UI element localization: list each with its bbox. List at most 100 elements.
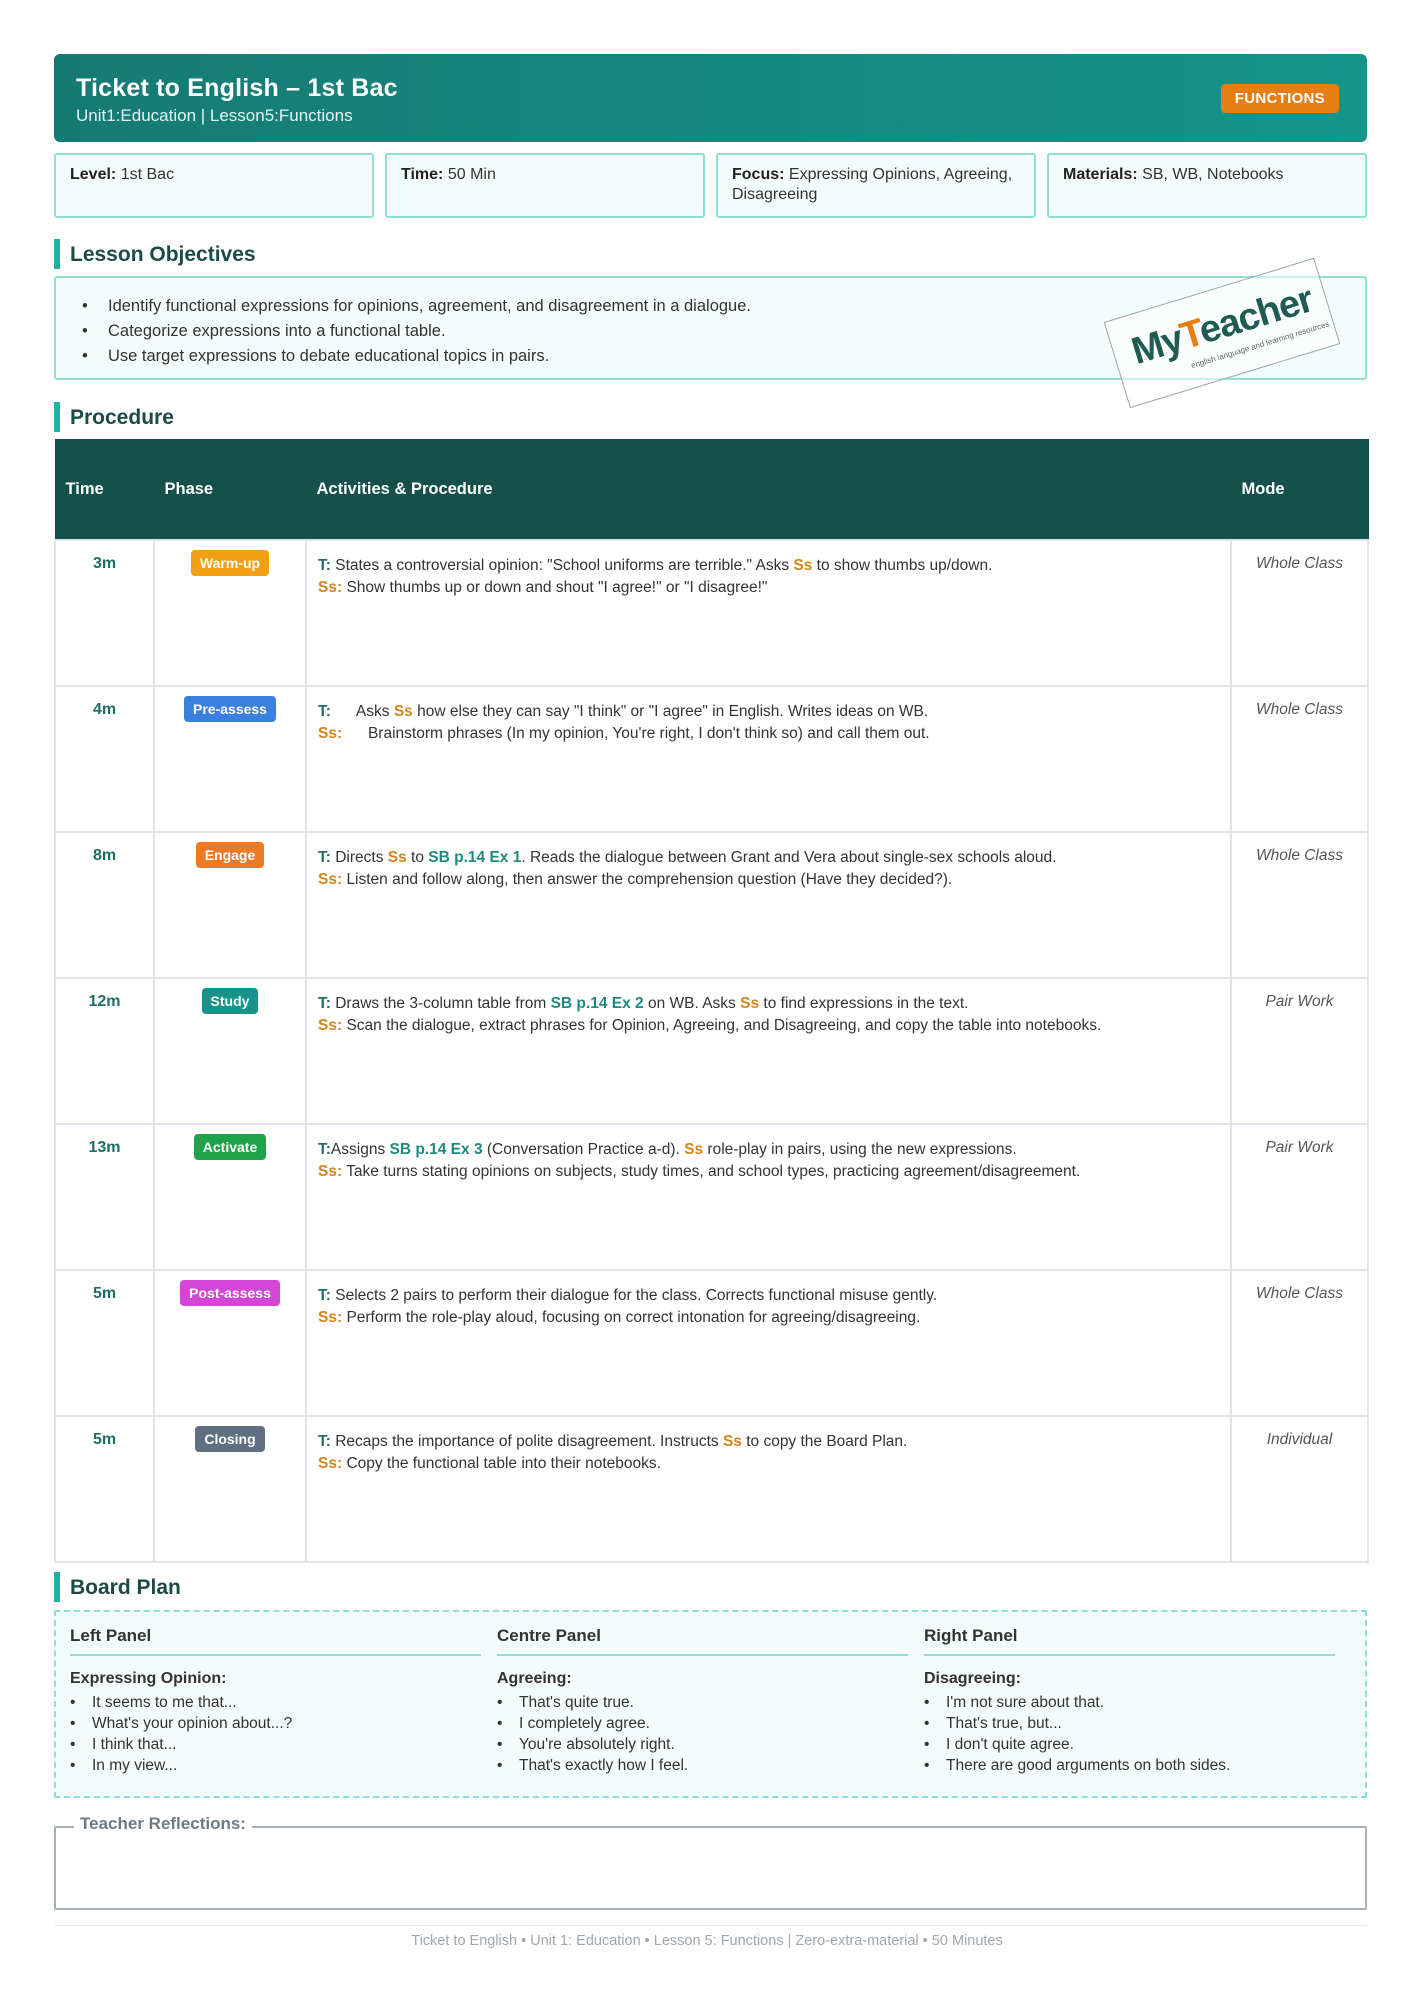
- student-line: Ss: Brainstorm phrases (In my opinion, Y…: [318, 723, 1220, 745]
- student-text: Brainstorm phrases (In my opinion, You'r…: [367, 724, 930, 742]
- row-time: 3m: [54, 538, 155, 687]
- student-text: Show thumbs up or down and shout "I agre…: [346, 578, 768, 596]
- procedure-heading: Procedure: [54, 402, 174, 432]
- student-text: Listen and follow along, then answer the…: [346, 870, 953, 888]
- panel-title: Right Panel: [924, 1626, 1335, 1656]
- info-materials-label: Materials:: [1063, 166, 1138, 183]
- student-line: Ss: Scan the dialogue, extract phrases f…: [318, 1015, 1220, 1037]
- lesson-header: Ticket to English – 1st Bac Unit1:Educat…: [54, 54, 1367, 142]
- info-level: Level: 1st Bac: [54, 153, 374, 218]
- row-activity: T: States a controversial opinion: "Scho…: [305, 538, 1232, 687]
- row-time: 13m: [54, 1122, 155, 1271]
- lesson-subtitle: Unit1:Education | Lesson5:Functions: [76, 106, 353, 125]
- panel-list: I'm not sure about that. That's true, bu…: [924, 1692, 1335, 1776]
- table-row: 8m Engage T: Directs Ss to SB p.14 Ex 1.…: [54, 830, 1369, 979]
- board-plan-heading: Board Plan: [54, 1572, 181, 1602]
- ss-ref: Ss: [387, 848, 407, 866]
- row-activity: T: Directs Ss to SB p.14 Ex 1. Reads the…: [305, 830, 1232, 979]
- teacher-text: (Conversation Practice a-d).: [482, 1140, 685, 1158]
- phase-badge: Closing: [195, 1425, 265, 1452]
- student-line: Ss: Perform the role-play aloud, focusin…: [318, 1307, 1220, 1329]
- list-item: In my view...: [70, 1755, 481, 1776]
- teacher-label: T:: [318, 702, 331, 720]
- info-level-label: Level:: [70, 166, 117, 183]
- teacher-line: T:Assigns SB p.14 Ex 3 (Conversation Pra…: [318, 1139, 1220, 1161]
- student-label: Ss:: [318, 870, 343, 888]
- phase-badge: Engage: [195, 841, 265, 868]
- row-activity: T: Draws the 3-column table from SB p.14…: [305, 976, 1232, 1125]
- list-item: There are good arguments on both sides.: [924, 1755, 1335, 1776]
- student-label: Ss:: [318, 1162, 343, 1180]
- phase-badge: Study: [201, 987, 259, 1014]
- panel-title: Left Panel: [70, 1626, 481, 1656]
- panel-subheading: Expressing Opinion:: [70, 1670, 227, 1687]
- list-item: I'm not sure about that.: [924, 1692, 1335, 1713]
- table-row: 5m Post-assess T: Selects 2 pairs to per…: [54, 1268, 1369, 1417]
- teacher-reflections-box[interactable]: Teacher Reflections:: [54, 1814, 1367, 1910]
- info-time-label: Time:: [401, 166, 444, 183]
- list-item: What's your opinion about...?: [70, 1713, 481, 1734]
- teacher-line: T: Draws the 3-column table from SB p.14…: [318, 993, 1220, 1015]
- table-row: 12m Study T: Draws the 3-column table fr…: [54, 976, 1369, 1125]
- teacher-line: T: Selects 2 pairs to perform their dial…: [318, 1285, 1220, 1307]
- list-item: I don't quite agree.: [924, 1734, 1335, 1755]
- student-text: Perform the role-play aloud, focusing on…: [346, 1308, 921, 1326]
- teacher-reflections-label: Teacher Reflections:: [74, 1814, 252, 1834]
- panel-list: That's quite true. I completely agree. Y…: [497, 1692, 908, 1776]
- row-activity: T: Recaps the importance of polite disag…: [305, 1414, 1232, 1563]
- lesson-title: Ticket to English – 1st Bac: [76, 74, 398, 102]
- info-time-value: 50 Min: [447, 166, 496, 183]
- teacher-label: T:: [318, 1140, 331, 1158]
- table-row: 13m Activate T:Assigns SB p.14 Ex 3 (Con…: [54, 1122, 1369, 1271]
- row-time: 8m: [54, 830, 155, 979]
- student-label: Ss:: [318, 1308, 343, 1326]
- row-mode: Whole Class: [1230, 684, 1369, 833]
- info-focus: Focus: Expressing Opinions, Agreeing, Di…: [716, 153, 1036, 218]
- teacher-text: Asks: [355, 702, 394, 720]
- teacher-label: T:: [318, 1432, 331, 1450]
- panel-title: Centre Panel: [497, 1626, 908, 1656]
- teacher-label: T:: [318, 1286, 331, 1304]
- row-phase: Post-assess: [153, 1268, 307, 1417]
- teacher-line: T: Recaps the importance of polite disag…: [318, 1431, 1220, 1453]
- procedure-table: Time Phase Activities & Procedure Mode 3…: [54, 439, 1369, 1563]
- info-time: Time: 50 Min: [385, 153, 705, 218]
- ss-ref: Ss: [722, 1432, 742, 1450]
- footer-divider: [54, 1925, 1367, 1926]
- list-item: That's exactly how I feel.: [497, 1755, 908, 1776]
- objectives-heading: Lesson Objectives: [54, 239, 256, 269]
- panel-list: It seems to me that... What's your opini…: [70, 1692, 481, 1776]
- page-footer: Ticket to English • Unit 1: Education • …: [411, 1933, 1003, 1949]
- row-mode: Pair Work: [1230, 976, 1369, 1125]
- row-phase: Engage: [153, 830, 307, 979]
- student-text: Scan the dialogue, extract phrases for O…: [346, 1016, 1102, 1034]
- list-item: You're absolutely right.: [497, 1734, 908, 1755]
- ss-ref: Ss: [684, 1140, 704, 1158]
- row-phase: Closing: [153, 1414, 307, 1563]
- list-item: That's quite true.: [497, 1692, 908, 1713]
- teacher-text: how else they can say "I think" or "I ag…: [412, 702, 929, 720]
- info-level-value: 1st Bac: [120, 166, 175, 183]
- row-time: 5m: [54, 1268, 155, 1417]
- row-mode: Whole Class: [1230, 1268, 1369, 1417]
- student-line: Ss: Take turns stating opinions on subje…: [318, 1161, 1220, 1183]
- teacher-line: T: Asks Ss how else they can say "I thin…: [318, 701, 1220, 723]
- functions-badge: FUNCTIONS: [1220, 84, 1339, 113]
- student-text: Take turns stating opinions on subjects,…: [346, 1162, 1081, 1180]
- student-label: Ss:: [318, 1016, 343, 1034]
- student-line: Ss: Listen and follow along, then answer…: [318, 869, 1220, 891]
- row-activity: T: Selects 2 pairs to perform their dial…: [305, 1268, 1232, 1417]
- teacher-text: Recaps the importance of polite disagree…: [335, 1432, 723, 1450]
- teacher-text: . Reads the dialogue between Grant and V…: [521, 848, 1057, 866]
- teacher-text: Draws the 3-column table from: [335, 994, 551, 1012]
- phase-badge: Activate: [193, 1133, 267, 1160]
- phase-badge: Pre-assess: [184, 695, 276, 722]
- col-phase-header: Phase: [153, 439, 307, 540]
- teacher-line: T: Directs Ss to SB p.14 Ex 1. Reads the…: [318, 847, 1220, 869]
- student-label: Ss:: [318, 578, 343, 596]
- info-focus-label: Focus:: [732, 166, 785, 183]
- teacher-text: to copy the Board Plan.: [741, 1432, 908, 1450]
- row-activity: T: Asks Ss how else they can say "I thin…: [305, 684, 1232, 833]
- table-row: 5m Closing T: Recaps the importance of p…: [54, 1414, 1369, 1563]
- list-item: It seems to me that...: [70, 1692, 481, 1713]
